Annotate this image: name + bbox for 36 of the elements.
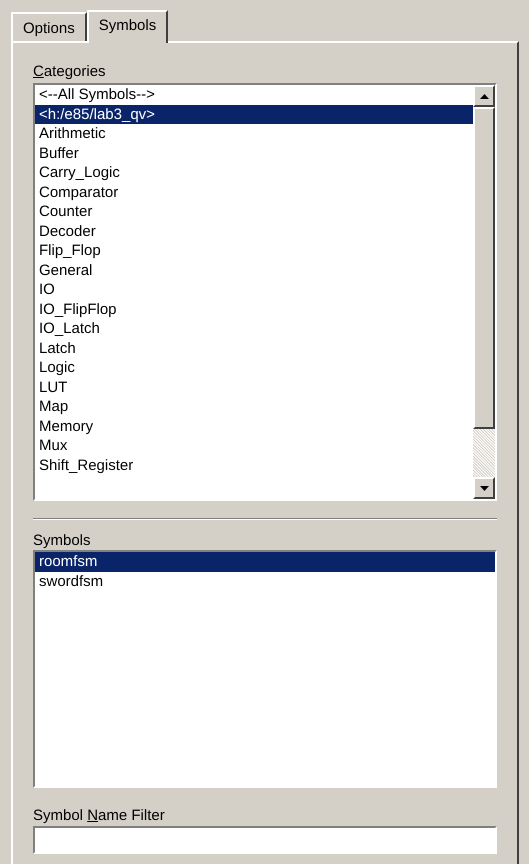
symbols-label: Symbols bbox=[33, 532, 92, 550]
filter-label: Symbol Name Filter bbox=[33, 806, 166, 826]
list-item[interactable]: General bbox=[35, 260, 473, 280]
categories-label: Categories bbox=[33, 62, 107, 82]
list-item[interactable]: Latch bbox=[35, 338, 473, 358]
scrollbar[interactable] bbox=[473, 85, 495, 499]
list-item[interactable]: LUT bbox=[35, 378, 473, 397]
down-arrow-icon bbox=[480, 486, 488, 490]
list-item[interactable]: <h:/e85/lab3_qv> bbox=[35, 104, 473, 124]
list-item[interactable]: Logic bbox=[35, 358, 473, 378]
list-item[interactable]: <--All Symbols--> bbox=[35, 85, 473, 104]
list-item[interactable]: Comparator bbox=[35, 182, 473, 202]
list-item[interactable]: roomfsm bbox=[35, 552, 495, 572]
scroll-thumb[interactable] bbox=[473, 107, 495, 429]
list-item[interactable]: Memory bbox=[35, 416, 473, 436]
list-item[interactable]: Buffer bbox=[35, 144, 473, 163]
list-item[interactable]: Mux bbox=[35, 436, 473, 456]
categories-list[interactable]: <--All Symbols--> <h:/e85/lab3_qv> Arithmetic Buffer Carry_Logic Comparator Counter Decoder Flip_Flop General IO IO_FlipFlop IO_Latch Latch Logic LUT Map Memory Mux Shift_Register bbox=[33, 83, 497, 501]
scroll-down-button[interactable] bbox=[473, 477, 495, 499]
tab[interactable]: Symbols bbox=[86, 10, 168, 43]
tab[interactable]: Options bbox=[11, 12, 87, 41]
list-item[interactable]: Carry_Logic bbox=[35, 163, 473, 182]
symbols-list[interactable]: roomfsm swordfsm bbox=[33, 550, 497, 788]
filter-field[interactable] bbox=[33, 826, 497, 854]
list-item[interactable]: Shift_Register bbox=[35, 456, 473, 475]
list-item[interactable]: Map bbox=[35, 397, 473, 416]
list-item[interactable]: IO_FlipFlop bbox=[35, 300, 473, 319]
list-item[interactable]: swordfsm bbox=[35, 572, 495, 591]
list-item[interactable]: IO_Latch bbox=[35, 319, 473, 338]
scroll-up-button[interactable] bbox=[473, 85, 495, 107]
list-item[interactable]: Flip_Flop bbox=[35, 241, 473, 260]
list-item[interactable]: Decoder bbox=[35, 222, 473, 241]
up-arrow-icon bbox=[480, 94, 488, 98]
list-item[interactable]: IO bbox=[35, 280, 473, 300]
list-item[interactable]: Arithmetic bbox=[35, 124, 473, 144]
list-item[interactable]: Counter bbox=[35, 202, 473, 222]
